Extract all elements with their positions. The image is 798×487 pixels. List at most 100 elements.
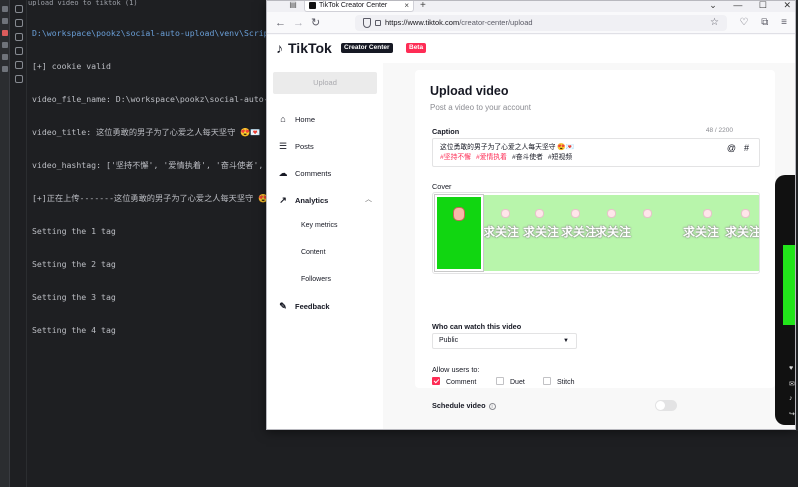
page-title: Upload video	[430, 84, 509, 98]
up-arrow-icon[interactable]	[15, 5, 23, 13]
minimize-button[interactable]: —	[733, 1, 742, 10]
preview-video	[783, 245, 795, 325]
home-icon: ⌂	[280, 114, 286, 124]
cover-label: Cover	[432, 182, 452, 191]
print-icon[interactable]	[2, 54, 8, 60]
share-icon: ↪	[789, 411, 795, 418]
tiktok-logo-icon[interactable]: ♪	[276, 40, 283, 56]
privacy-select[interactable]: Public ▼	[432, 333, 577, 349]
sidebar-item-feedback[interactable]: ✎ Feedback	[277, 299, 329, 313]
sidebar-item-followers[interactable]: Followers	[301, 273, 331, 287]
sidebar-item-key-metrics[interactable]: Key metrics	[301, 219, 338, 233]
console-line: video_file_name: D:\workspace\pookz\soci…	[32, 94, 266, 104]
tab-list-icon[interactable]: ▤	[287, 1, 299, 12]
cover-picker[interactable]: 求关注 求关注 求关注 求关注 求关注 求关注	[432, 192, 760, 274]
allow-users-label: Allow users to:	[432, 365, 480, 374]
forward-button[interactable]: →	[293, 16, 304, 30]
pocket-icon[interactable]: ♡	[739, 16, 748, 30]
hashtag: #短视频	[547, 154, 573, 161]
page-subtitle: Post a video to your account	[430, 103, 531, 112]
sidebar-item-comments[interactable]: ☁ Comments	[277, 166, 332, 180]
wrap-icon[interactable]	[2, 42, 8, 48]
comment-checkbox[interactable]: Comment	[432, 377, 476, 387]
close-window-button[interactable]: ✕	[783, 1, 791, 10]
pin-icon[interactable]	[15, 75, 23, 83]
browser-window: ▤ TikTok Creator Center × + ⌄ — ☐ ✕ ← → …	[266, 0, 796, 430]
like-icon: ♥	[789, 365, 794, 372]
rerun-icon[interactable]	[2, 18, 8, 24]
heart-sticker-icon	[501, 209, 510, 218]
chevron-down-icon[interactable]: ⌄	[709, 1, 717, 10]
comment-icon: ☁	[278, 168, 288, 178]
down-arrow-icon[interactable]	[15, 19, 23, 27]
sidebar: Upload ⌂ Home ☰ Posts ☁ Comments ↗ Analytics…	[267, 63, 383, 429]
console-line: D:\workspace\pookz\social-auto-upload\ve…	[32, 28, 266, 38]
browser-toolbar-icons: ♡ ⧉ ≡	[729, 16, 787, 30]
chevron-up-icon[interactable]: ︿	[365, 194, 372, 204]
url-bar[interactable]: https://www.tiktok.com/creator-center/up…	[355, 15, 727, 31]
sidebar-item-content[interactable]: Content	[301, 246, 326, 260]
tiktok-page: ♪ TikTok Creator Center Beta Upload ⌂ Hom…	[267, 35, 795, 429]
sidebar-item-posts[interactable]: ☰ Posts	[277, 139, 314, 153]
info-icon[interactable]: i	[488, 403, 496, 410]
privacy-value: Public	[439, 337, 459, 344]
soft-wrap-icon[interactable]	[15, 33, 23, 41]
selected-cover-thumbnail[interactable]	[434, 194, 484, 272]
creator-center-badge: Creator Center	[341, 43, 393, 53]
phone-preview: ♥ ✉ ♪ ↪	[775, 175, 795, 425]
cover-frame-text: 求关注	[595, 225, 632, 239]
stop-icon[interactable]	[2, 30, 8, 36]
url-host: https://www.tiktok.com	[385, 18, 460, 27]
tracking-shield-icon[interactable]	[363, 18, 371, 28]
bookmark-star-icon[interactable]: ☆	[710, 15, 719, 31]
upload-button[interactable]: Upload	[273, 72, 377, 94]
checkbox-icon[interactable]	[543, 377, 551, 385]
back-button[interactable]: ←	[275, 16, 286, 30]
new-tab-button[interactable]: +	[420, 1, 426, 11]
caption-input[interactable]: 这位勇敢的男子为了心爱之人每天坚守 😍💌 #坚持不懈 #爱情执着 #奋斗使者 #短视频…	[432, 138, 760, 167]
maximize-button[interactable]: ☐	[759, 1, 767, 10]
cover-frame-strip[interactable]: 求关注 求关注 求关注 求关注 求关注 求关注	[483, 195, 759, 271]
sidebar-item-label: Home	[295, 115, 316, 124]
cover-frame-text: 求关注	[523, 225, 560, 239]
sidebar-item-label: Posts	[295, 142, 314, 151]
hashtag: #爱情执着	[475, 154, 507, 161]
heart-sticker-icon	[741, 209, 750, 218]
heart-sticker-icon	[703, 209, 712, 218]
scroll-end-icon[interactable]	[15, 47, 23, 55]
lock-icon[interactable]	[375, 20, 381, 26]
cover-frame-text: 求关注	[561, 225, 598, 239]
sidebar-item-home[interactable]: ⌂ Home	[277, 112, 315, 126]
caption-hashtags: #坚持不懈 #爱情执着 #奋斗使者 #短视频	[440, 153, 752, 163]
heart-sticker-icon	[535, 209, 544, 218]
schedule-toggle[interactable]	[655, 400, 677, 411]
checkbox-icon[interactable]	[496, 377, 504, 385]
tiktok-logo-text[interactable]: TikTok	[288, 40, 332, 56]
cover-frame-text: 求关注	[483, 225, 520, 239]
settings-icon[interactable]	[15, 61, 23, 69]
mention-icon[interactable]: @	[727, 143, 736, 153]
extensions-icon[interactable]: ⧉	[761, 16, 768, 30]
menu-icon[interactable]: ≡	[781, 16, 787, 30]
checkbox-checked-icon[interactable]	[432, 377, 440, 385]
ide-gutter	[0, 0, 10, 487]
duet-checkbox[interactable]: Duet	[496, 377, 525, 387]
run-tab[interactable]: upload_video_to_tiktok (1)	[28, 0, 138, 6]
hashtag: #坚持不懈	[440, 154, 471, 161]
sidebar-item-label: Analytics	[295, 196, 329, 205]
heart-sticker-icon	[571, 209, 580, 218]
console-line: video_title: 这位勇敢的男子为了心爱之人每天坚守 😍💌	[32, 127, 261, 137]
ide-toolbar	[11, 0, 27, 487]
tab-tiktok-creator-center[interactable]: TikTok Creator Center ×	[304, 1, 414, 12]
hashtag-icon[interactable]: #	[744, 143, 749, 153]
stitch-checkbox[interactable]: Stitch	[543, 377, 575, 387]
checkbox-label: Duet	[510, 379, 525, 386]
tab-close-icon[interactable]: ×	[404, 1, 409, 10]
trash-icon[interactable]	[2, 66, 8, 72]
console-line: Setting the 2 tag	[32, 259, 116, 269]
sidebar-item-analytics[interactable]: ↗ Analytics	[277, 193, 328, 207]
reload-button[interactable]: ↻	[311, 16, 320, 30]
run-icon[interactable]	[2, 6, 8, 12]
tab-bar: ▤ TikTok Creator Center × + ⌄ — ☐ ✕	[267, 1, 795, 12]
caret-down-icon: ▼	[563, 338, 569, 344]
